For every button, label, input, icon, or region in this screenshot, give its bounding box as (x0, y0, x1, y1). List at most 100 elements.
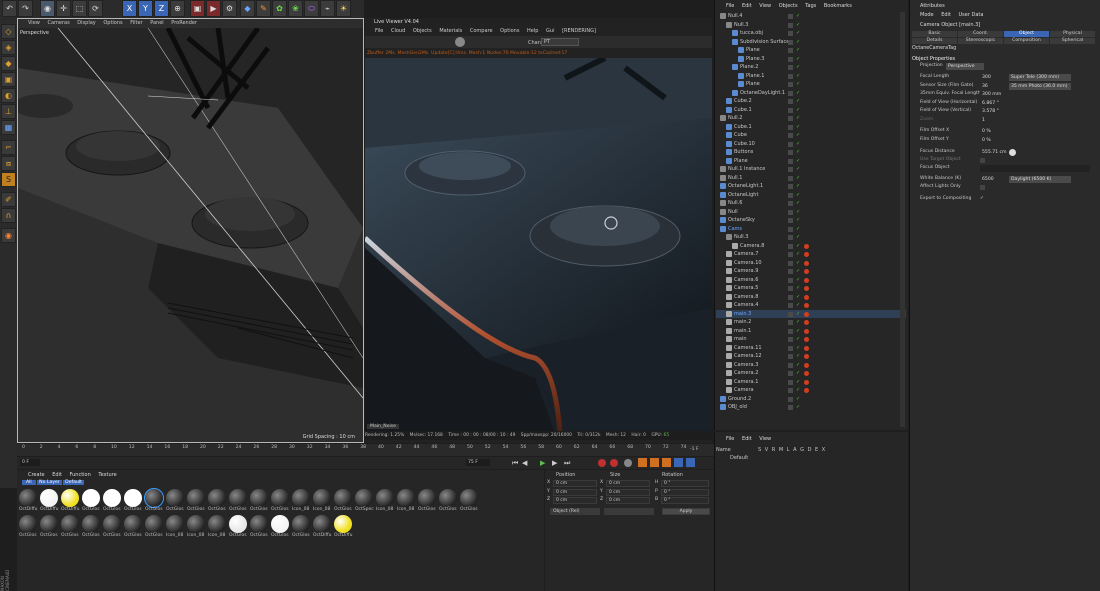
object-row[interactable]: Cube.1 ✓ (716, 123, 906, 132)
layer-row-default[interactable]: Default (730, 455, 748, 461)
object-row[interactable]: main ✓ (716, 335, 906, 344)
focus-picker-icon[interactable] (1009, 149, 1016, 156)
object-row[interactable]: Plane ✓ (716, 46, 906, 55)
visibility-toggle[interactable] (788, 235, 793, 240)
solo-icon[interactable]: S (1, 172, 16, 187)
material-swatch[interactable] (124, 489, 142, 507)
object-row[interactable]: Cube.2 ✓ (716, 97, 906, 106)
axis-y-button[interactable]: Y (138, 0, 153, 17)
enabled-check-icon[interactable]: ✓ (796, 225, 800, 234)
enabled-check-icon[interactable]: ✓ (796, 131, 800, 140)
enabled-check-icon[interactable]: ✓ (796, 344, 800, 353)
render-settings-icon[interactable]: ⚙ (222, 0, 237, 17)
object-row[interactable]: OctaneDayLight.1 ✓ (716, 89, 906, 98)
scene-icon[interactable]: ⬭ (304, 0, 319, 17)
visibility-toggle[interactable] (788, 328, 793, 334)
attr-tab[interactable]: Spherical (1050, 38, 1095, 44)
object-row[interactable]: Cams ✓ (716, 225, 906, 234)
focus-distance-field[interactable]: 555.71 cm (980, 149, 1009, 156)
viewport-menu-cameras[interactable]: Cameras (47, 20, 69, 26)
edges-mode-icon[interactable]: ◈ (1, 40, 16, 55)
enabled-check-icon[interactable]: ✓ (796, 165, 800, 174)
position-field[interactable]: 0 cm (553, 488, 597, 496)
viewport-menu-filter[interactable]: Filter (130, 20, 142, 26)
white-balance-field[interactable]: 6500 (980, 176, 996, 183)
white-balance-dropdown[interactable]: Daylight (6500 K) (1009, 176, 1071, 183)
material-swatch[interactable] (334, 515, 352, 533)
attr-tab[interactable]: Coord. (958, 31, 1003, 37)
enabled-check-icon[interactable]: ✓ (796, 174, 800, 183)
key-scale-icon[interactable] (650, 458, 659, 467)
lv-menu-objects[interactable]: Objects (413, 28, 432, 34)
visibility-toggle[interactable] (788, 345, 793, 351)
enabled-check-icon[interactable]: ✓ (796, 395, 800, 404)
om-menu-objects[interactable]: Objects (779, 3, 798, 9)
object-row[interactable]: Camera.5 ✓ (716, 284, 906, 293)
attr-tab[interactable]: Composition (1004, 38, 1049, 44)
visibility-toggle[interactable] (788, 158, 793, 164)
object-row[interactable]: Camera.9 ✓ (716, 267, 906, 276)
octane-camera-tag-icon[interactable] (804, 294, 809, 300)
object-row[interactable]: Camera.4 ✓ (716, 301, 906, 310)
octane-camera-tag-icon[interactable] (804, 328, 809, 334)
octane-camera-tag-icon[interactable] (804, 277, 809, 283)
rotation-field[interactable]: 0 ° (661, 488, 709, 496)
polygons-mode-icon[interactable]: ◆ (1, 56, 16, 71)
object-row[interactable]: OctaneSky ✓ (716, 216, 906, 225)
material-swatch[interactable] (334, 489, 352, 507)
lv-menu-materials[interactable]: Materials (439, 28, 462, 34)
object-row[interactable]: Null.6 ✓ (716, 199, 906, 208)
object-row[interactable]: Camera.1 ✓ (716, 378, 906, 387)
visibility-toggle[interactable] (788, 73, 793, 79)
enabled-check-icon[interactable]: ✓ (796, 386, 800, 395)
enabled-check-icon[interactable]: ✓ (796, 318, 800, 327)
attr-menu-mode[interactable]: Mode (920, 12, 934, 18)
visibility-toggle[interactable] (788, 311, 793, 317)
visibility-toggle[interactable] (788, 90, 793, 96)
om-menu-tags[interactable]: Tags (805, 3, 816, 9)
layer-menu-view[interactable]: View (759, 436, 771, 442)
attr-menu-userdata[interactable]: User Data (959, 12, 984, 18)
render-view-icon[interactable]: ▣ (190, 0, 205, 17)
object-row[interactable]: Camera.8 ✓ (716, 242, 906, 251)
coord-system-icon[interactable]: ⊕ (170, 0, 185, 17)
position-field[interactable]: 0 cm (553, 497, 597, 504)
material-swatch[interactable] (187, 489, 205, 507)
object-row[interactable]: Buttons ✓ (716, 148, 906, 157)
lv-menu-file[interactable]: File (375, 28, 383, 34)
material-swatch[interactable] (313, 489, 331, 507)
enabled-check-icon[interactable]: ✓ (796, 72, 800, 81)
object-row[interactable]: Null.3 ✓ (716, 233, 906, 242)
enabled-check-icon[interactable]: ✓ (796, 89, 800, 98)
object-row[interactable]: Camera.12 ✓ (716, 352, 906, 361)
workplane-icon[interactable]: ⌐ (1, 140, 16, 155)
material-swatch[interactable] (19, 515, 37, 533)
attr-value-field[interactable]: 300 mm (980, 91, 1004, 98)
apply-button[interactable]: Apply (662, 508, 710, 515)
visibility-toggle[interactable] (788, 175, 793, 181)
enabled-check-icon[interactable]: ✓ (796, 21, 800, 30)
export-compositing-checkbox[interactable]: ✓ (980, 195, 984, 204)
axis-mode-icon[interactable]: ⊥ (1, 104, 16, 119)
octane-camera-tag-icon[interactable] (804, 311, 809, 317)
position-field[interactable]: 0 cm (553, 480, 597, 487)
attr-menu-edit[interactable]: Edit (941, 12, 951, 18)
visibility-toggle[interactable] (788, 65, 793, 70)
attr-value-field[interactable]: 0 % (980, 136, 993, 144)
octane-camera-tag-icon[interactable] (804, 379, 809, 385)
enabled-check-icon[interactable]: ✓ (796, 327, 800, 336)
attr-tab[interactable]: Details (912, 38, 957, 44)
material-swatch[interactable] (103, 489, 121, 507)
object-row[interactable]: main.1 ✓ (716, 327, 906, 336)
attr-tab[interactable]: Object (1004, 31, 1049, 37)
visibility-toggle[interactable] (788, 388, 793, 393)
visibility-toggle[interactable] (788, 99, 793, 104)
enabled-check-icon[interactable]: ✓ (796, 276, 800, 285)
viewport-menu-display[interactable]: Display (77, 20, 95, 26)
coord-size-mode-dropdown[interactable] (604, 508, 654, 515)
rotation-field[interactable]: 0 ° (661, 497, 709, 504)
redo-icon[interactable]: ↷ (18, 0, 33, 17)
visibility-toggle[interactable] (788, 184, 793, 189)
material-swatch[interactable] (208, 489, 226, 507)
viewport-menu-options[interactable]: Options (103, 20, 122, 26)
